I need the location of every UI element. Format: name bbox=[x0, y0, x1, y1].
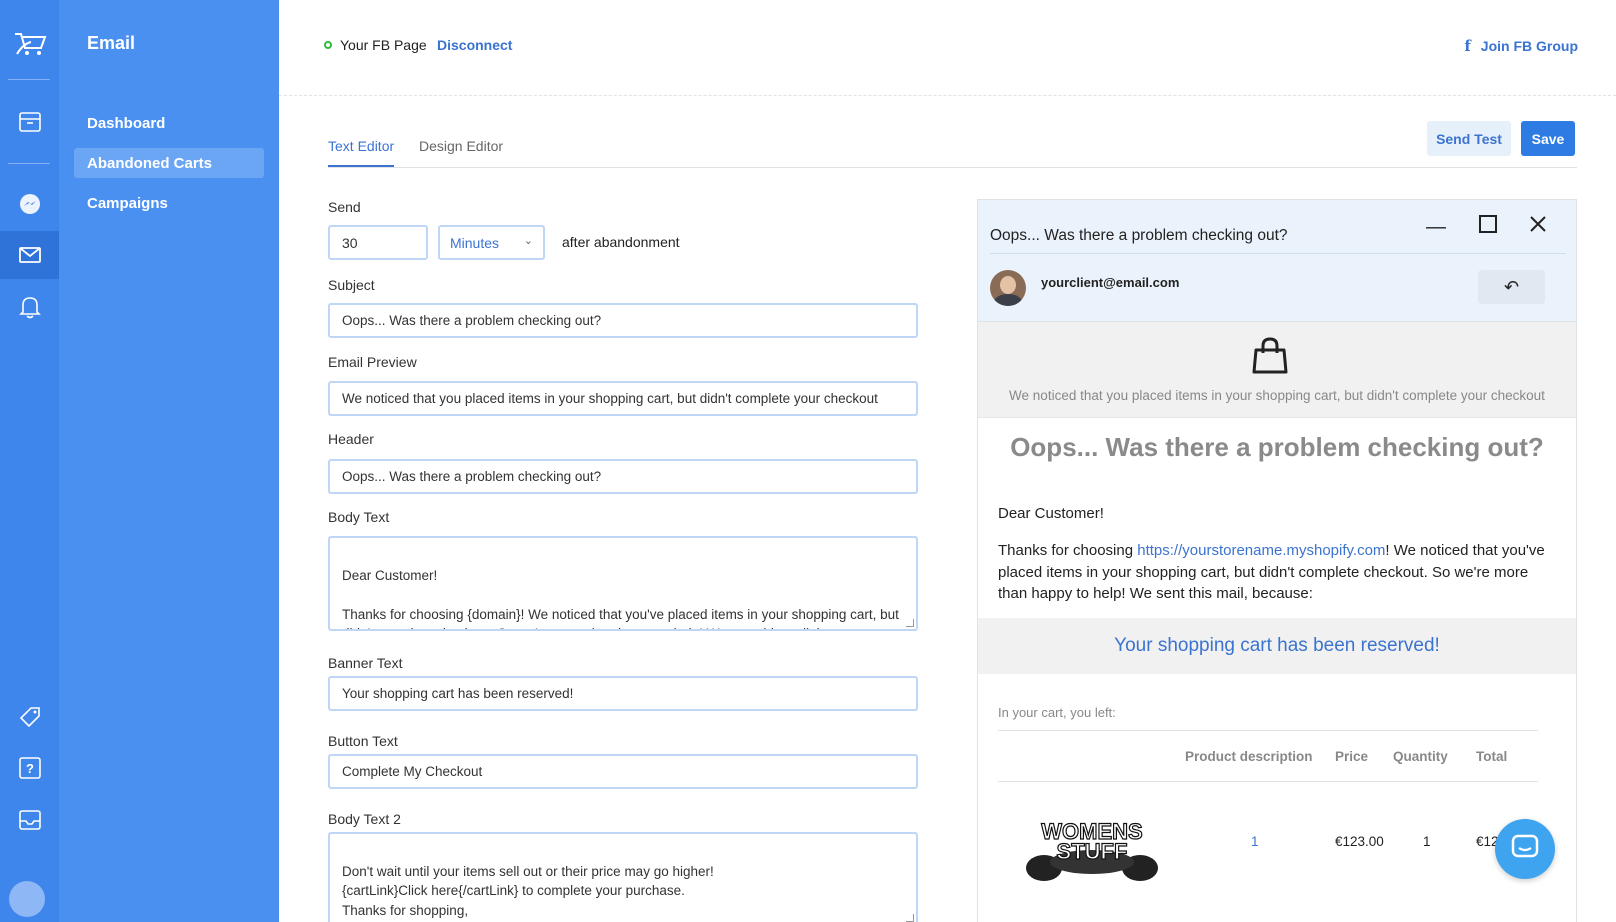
archive-icon[interactable] bbox=[0, 98, 59, 146]
product-image: WOMENS STUFF bbox=[1020, 810, 1164, 884]
shopping-bag-icon bbox=[1250, 336, 1290, 381]
inbox-icon[interactable] bbox=[0, 796, 59, 844]
editor-tabs: Text Editor Design Editor bbox=[328, 138, 1577, 168]
divider bbox=[998, 781, 1538, 782]
tab-design-editor[interactable]: Design Editor bbox=[419, 138, 503, 167]
chat-icon bbox=[1511, 834, 1539, 865]
icon-rail: ? bbox=[0, 0, 59, 922]
fb-page-status: Your FB Page bbox=[324, 37, 427, 53]
preview-body: Thanks for choosing https://yourstorenam… bbox=[998, 540, 1553, 605]
header-input[interactable]: Oops... Was there a problem checking out… bbox=[328, 459, 918, 494]
mail-icon[interactable] bbox=[0, 231, 59, 279]
svg-text:?: ? bbox=[26, 761, 34, 776]
body-text-2-label: Body Text 2 bbox=[328, 811, 401, 827]
close-icon[interactable] bbox=[1528, 214, 1548, 240]
td-price: €123.00 bbox=[1335, 834, 1384, 849]
header-label: Header bbox=[328, 431, 374, 447]
help-icon[interactable]: ? bbox=[0, 744, 59, 792]
body-text-value: Dear Customer! Thanks for choosing {doma… bbox=[342, 567, 899, 630]
reserved-banner: Your shopping cart has been reserved! bbox=[978, 618, 1576, 674]
banner-text-input[interactable]: Your shopping cart has been reserved! bbox=[328, 676, 918, 711]
preview-text-banner: We noticed that you placed items in your… bbox=[978, 322, 1576, 418]
banner-text-label: Banner Text bbox=[328, 655, 403, 671]
chevron-down-icon: ⌄ bbox=[523, 235, 533, 247]
subject-label: Subject bbox=[328, 277, 375, 293]
facebook-icon: f bbox=[1464, 37, 1471, 55]
in-your-cart-label: In your cart, you left: bbox=[998, 705, 1116, 720]
avatar-face bbox=[1000, 276, 1016, 294]
email-preview-input[interactable]: We noticed that you placed items in your… bbox=[328, 381, 918, 416]
button-text-input[interactable]: Complete My Checkout bbox=[328, 754, 918, 789]
send-unit-select[interactable]: Minutes ⌄ bbox=[438, 225, 545, 260]
status-dot-icon bbox=[324, 41, 332, 49]
main-content: Your FB Page Disconnect f Join FB Group … bbox=[279, 0, 1616, 922]
chat-launcher-button[interactable] bbox=[1495, 819, 1555, 879]
maximize-icon[interactable] bbox=[1478, 214, 1498, 240]
join-fb-group-label: Join FB Group bbox=[1480, 38, 1578, 54]
minimize-icon[interactable]: — bbox=[1426, 216, 1446, 239]
store-link[interactable]: https://yourstorename.myshopify.com bbox=[1137, 542, 1385, 559]
th-total: Total bbox=[1476, 749, 1508, 764]
bell-icon[interactable] bbox=[0, 283, 59, 331]
preview-greeting: Dear Customer! bbox=[998, 505, 1104, 522]
tab-text-editor[interactable]: Text Editor bbox=[328, 138, 395, 167]
th-price: Price bbox=[1335, 749, 1369, 764]
send-delay-input[interactable]: 30 bbox=[328, 225, 428, 260]
sidebar-item-campaigns[interactable]: Campaigns bbox=[74, 188, 264, 218]
subject-input[interactable]: Oops... Was there a problem checking out… bbox=[328, 303, 918, 338]
body-text-textarea[interactable]: Dear Customer! Thanks for choosing {doma… bbox=[328, 536, 918, 631]
send-label: Send bbox=[328, 199, 361, 215]
send-test-button[interactable]: Send Test bbox=[1427, 121, 1511, 156]
body-text-label: Body Text bbox=[328, 509, 390, 525]
body-text-start: Thanks for choosing bbox=[998, 542, 1138, 559]
disconnect-link[interactable]: Disconnect bbox=[437, 37, 512, 53]
body-text-2-textarea[interactable]: Don't wait until your items sell out or … bbox=[328, 832, 918, 922]
sidebar-item-dashboard[interactable]: Dashboard bbox=[74, 108, 264, 138]
reply-icon: ↶ bbox=[1503, 276, 1520, 297]
sidebar: Email Dashboard Abandoned Carts Campaign… bbox=[59, 0, 279, 922]
fb-page-label: Your FB Page bbox=[340, 37, 427, 53]
th-quantity: Quantity bbox=[1393, 749, 1448, 764]
after-abandonment-text: after abandonment bbox=[562, 234, 680, 250]
send-unit-value: Minutes bbox=[450, 234, 500, 251]
product-image-text-2: STUFF bbox=[1057, 839, 1128, 864]
preview-window-header: Oops... Was there a problem checking out… bbox=[978, 200, 1576, 322]
save-button[interactable]: Save bbox=[1521, 121, 1575, 156]
sidebar-item-abandoned-carts[interactable]: Abandoned Carts bbox=[74, 148, 264, 178]
divider bbox=[998, 730, 1538, 731]
cart-logo-icon[interactable] bbox=[0, 20, 59, 68]
td-quantity: 1 bbox=[1423, 834, 1431, 849]
avatar-body bbox=[994, 294, 1022, 306]
tag-icon[interactable] bbox=[0, 693, 59, 741]
preview-header: Oops... Was there a problem checking out… bbox=[1010, 432, 1544, 462]
td-product-description[interactable]: 1 bbox=[1251, 834, 1259, 849]
preview-subject: Oops... Was there a problem checking out… bbox=[990, 227, 1288, 244]
rail-divider bbox=[8, 163, 50, 164]
sender-avatar bbox=[990, 270, 1026, 306]
top-bar: Your FB Page Disconnect f Join FB Group bbox=[279, 0, 1616, 96]
sender-email: yourclient@email.com bbox=[1041, 275, 1180, 290]
button-text-label: Button Text bbox=[328, 733, 398, 749]
th-product-description: Product description bbox=[1185, 749, 1313, 764]
preview-text: We noticed that you placed items in your… bbox=[1009, 388, 1545, 403]
email-preview-panel: Oops... Was there a problem checking out… bbox=[977, 199, 1577, 922]
messenger-icon[interactable] bbox=[0, 180, 59, 228]
divider bbox=[990, 253, 1566, 254]
rail-divider bbox=[8, 79, 50, 80]
avatar[interactable] bbox=[9, 881, 45, 917]
resize-handle-icon[interactable] bbox=[906, 619, 914, 627]
resize-handle-icon[interactable] bbox=[906, 914, 914, 922]
sidebar-title: Email bbox=[87, 33, 136, 53]
join-fb-group-link[interactable]: f Join FB Group bbox=[1464, 37, 1578, 55]
email-preview-label: Email Preview bbox=[328, 354, 417, 370]
body-text-2-value: Don't wait until your items sell out or … bbox=[342, 863, 714, 918]
reply-button[interactable]: ↶ bbox=[1478, 270, 1545, 304]
